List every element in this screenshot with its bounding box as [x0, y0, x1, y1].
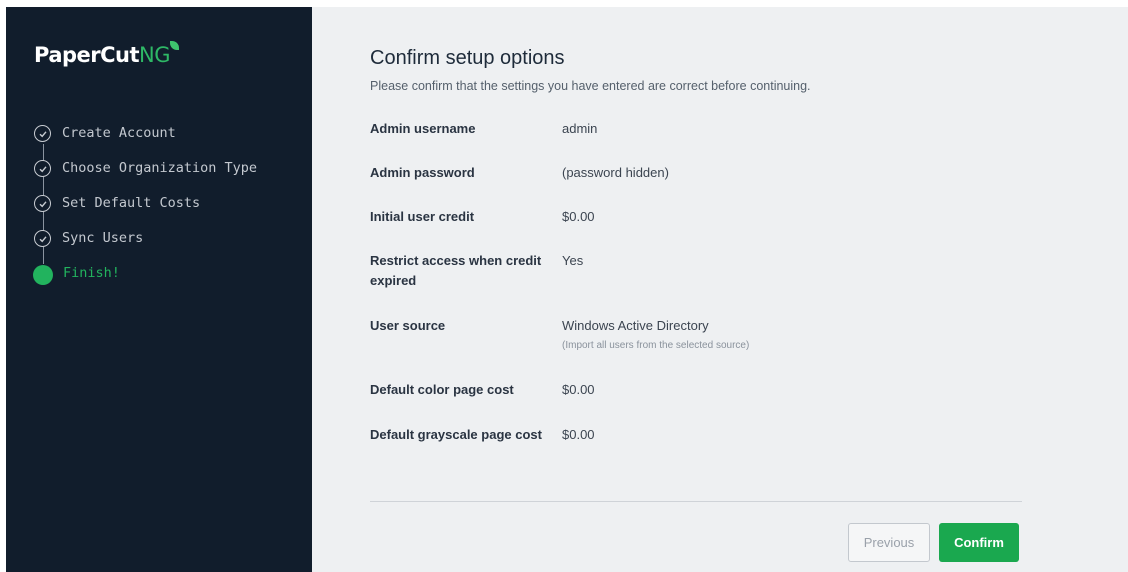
leaf-icon [170, 41, 180, 50]
step-sync-users: Sync Users [34, 229, 304, 264]
footer-divider [370, 501, 1022, 502]
page-subtitle: Please confirm that the settings you hav… [370, 79, 811, 93]
setting-value: $0.00 [562, 209, 595, 224]
sidebar: PaperCutNG Create Account Choose Organiz… [6, 7, 312, 572]
setting-label: Admin password [370, 165, 475, 180]
check-circle-icon [34, 125, 51, 142]
setting-value: $0.00 [562, 427, 595, 442]
setting-label: Admin username [370, 121, 476, 136]
step-set-default-costs: Set Default Costs [34, 194, 304, 229]
setting-value: admin [562, 121, 598, 136]
settings-row-default-color-cost: Default color page cost $0.00 [370, 380, 1020, 425]
page-title: Confirm setup options [370, 47, 565, 69]
filled-circle-icon [33, 265, 53, 285]
check-circle-icon [34, 230, 51, 247]
setting-label: Restrict access when credit expired [370, 253, 542, 288]
setting-label: Default grayscale page cost [370, 427, 542, 442]
step-label: Set Default Costs [62, 195, 201, 211]
settings-row-user-source: User source Windows Active Directory (Im… [370, 316, 1020, 380]
settings-row-admin-password: Admin password (password hidden) [370, 163, 1020, 207]
step-label: Choose Organization Type [62, 160, 258, 176]
setting-value: Yes [562, 253, 584, 268]
setting-label: Initial user credit [370, 209, 475, 224]
settings-row-initial-user-credit: Initial user credit $0.00 [370, 207, 1020, 251]
step-choose-organization-type: Choose Organization Type [34, 159, 304, 194]
logo-text-main: PaperCut [34, 43, 140, 67]
step-finish: Finish! [33, 264, 304, 299]
step-label: Create Account [62, 125, 176, 141]
setting-value: (password hidden) [562, 165, 669, 180]
step-create-account: Create Account [34, 124, 304, 159]
setting-value: Windows Active Directory [562, 318, 709, 333]
settings-row-default-grayscale-cost: Default grayscale page cost $0.00 [370, 425, 1020, 469]
settings-summary: Admin username admin Admin password (pas… [370, 119, 1020, 469]
setting-value: $0.00 [562, 382, 595, 397]
previous-button[interactable]: Previous [848, 523, 930, 562]
wizard-steps: Create Account Choose Organization Type … [33, 124, 304, 299]
setup-wizard: PaperCutNG Create Account Choose Organiz… [6, 7, 1128, 572]
setting-hint: (Import all users from the selected sour… [562, 340, 750, 351]
step-label: Sync Users [62, 230, 144, 246]
logo-text-suffix: NG [139, 43, 171, 67]
settings-row-admin-username: Admin username admin [370, 119, 1020, 163]
confirm-button[interactable]: Confirm [939, 523, 1019, 562]
main-content: Confirm setup options Please confirm tha… [312, 7, 1128, 572]
setting-label: Default color page cost [370, 382, 514, 397]
check-circle-icon [34, 195, 51, 212]
settings-row-restrict-access: Restrict access when credit expired Yes [370, 251, 1020, 316]
setting-label: User source [370, 318, 446, 333]
step-label: Finish! [63, 265, 120, 281]
papercut-logo: PaperCutNG [34, 41, 180, 67]
check-circle-icon [34, 160, 51, 177]
